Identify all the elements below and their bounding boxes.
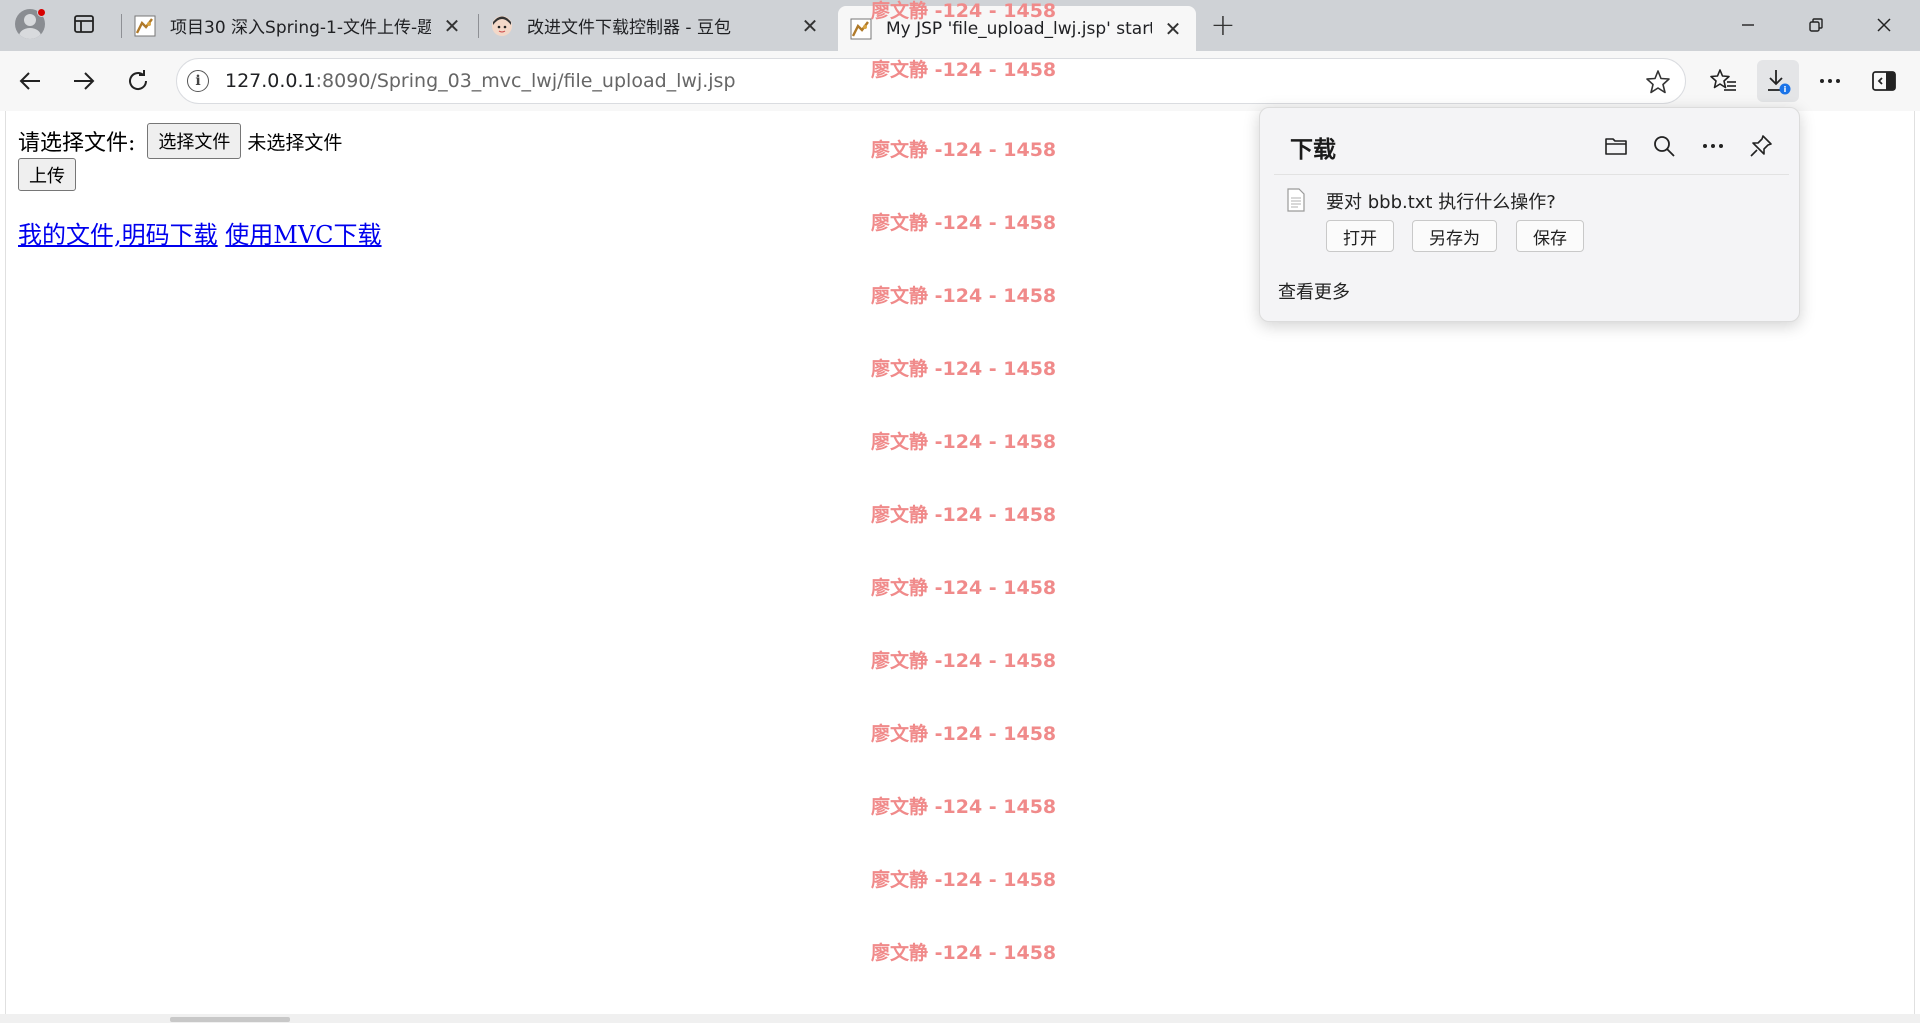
tab-spring-upload[interactable]: 项目30 深入Spring-1-文件上传-题 ✕	[122, 6, 475, 45]
pin-button[interactable]	[1745, 130, 1777, 162]
download-links: 我的文件,明码下载 使用MVC下载	[18, 215, 382, 250]
divider	[1274, 174, 1789, 175]
no-file-text: 未选择文件	[247, 131, 343, 154]
tab-actions-button[interactable]	[66, 8, 102, 40]
see-more-link[interactable]: 查看更多	[1278, 278, 1350, 304]
scrollbar-thumb[interactable]	[170, 1017, 290, 1022]
tab-title: 项目30 深入Spring-1-文件上传-题	[170, 18, 431, 38]
favorites-list-icon	[1710, 69, 1736, 91]
choose-file-label: 请选择文件:	[18, 131, 136, 156]
download-question: 要对 bbb.txt 执行什么操作?	[1326, 192, 1556, 213]
text-file-icon	[1287, 188, 1305, 212]
mvc-download-link[interactable]: 使用MVC下载	[225, 221, 381, 249]
forward-button[interactable]	[66, 63, 102, 99]
minimize-button[interactable]	[1714, 0, 1782, 50]
watermark-text: 廖文静 -124 - 1458	[871, 723, 1057, 745]
notification-dot	[37, 8, 46, 17]
upload-button[interactable]: 上传	[18, 158, 76, 191]
sidebar-button[interactable]	[1866, 63, 1902, 99]
more-dots-icon	[1820, 79, 1840, 83]
close-icon	[1877, 18, 1891, 32]
watermark-text: 廖文静 -124 - 1458	[871, 869, 1057, 891]
downloads-button[interactable]: i	[1757, 60, 1799, 102]
restore-icon	[1809, 18, 1823, 32]
sidebar-icon	[1872, 71, 1896, 91]
url-path: :8090/Spring_03_mvc_lwj/file_upload_lwj.…	[315, 70, 736, 92]
cat-icon	[850, 18, 872, 40]
choose-file-button[interactable]: 选择文件	[147, 123, 242, 159]
url-host: 127.0.0.1	[225, 70, 316, 92]
search-icon	[1654, 136, 1675, 157]
downloads-flyout: 下载 要对 bbb.txt 执行什么操作? 打开 另存为 保存 查看更多	[1259, 107, 1800, 322]
file-chooser-row: 请选择文件: 选择文件 未选择文件	[18, 123, 342, 159]
doubao-avatar-icon	[491, 15, 513, 37]
watermark-text: 廖文静 -124 - 1458	[871, 285, 1057, 307]
watermark-text: 廖文静 -124 - 1458	[871, 650, 1057, 672]
folder-icon	[1605, 138, 1627, 155]
watermark-text: 廖文静 -124 - 1458	[871, 431, 1057, 453]
close-window-button[interactable]	[1850, 0, 1918, 50]
close-icon[interactable]: ✕	[1162, 17, 1184, 41]
tab-doubao[interactable]: 改进文件下载控制器 - 豆包 ✕	[479, 6, 833, 45]
back-button[interactable]	[12, 63, 48, 99]
restore-button[interactable]	[1782, 0, 1850, 50]
profile-button[interactable]	[10, 6, 50, 42]
pin-icon	[1750, 135, 1772, 157]
favorites-button[interactable]	[1706, 63, 1742, 99]
more-button[interactable]	[1812, 63, 1848, 99]
watermark-text: 廖文静 -124 - 1458	[871, 212, 1057, 234]
new-tab-button[interactable]: +	[1208, 8, 1238, 43]
open-button[interactable]: 打开	[1326, 220, 1394, 252]
site-info-icon[interactable]: i	[187, 70, 209, 92]
plain-download-link[interactable]: 我的文件,明码下载	[18, 221, 218, 249]
close-icon[interactable]: ✕	[799, 14, 821, 38]
open-folder-button[interactable]	[1600, 130, 1632, 162]
watermark-text: 廖文静 -124 - 1458	[871, 358, 1057, 380]
address-url[interactable]: 127.0.0.1:8090/Spring_03_mvc_lwj/file_up…	[225, 70, 736, 92]
favorite-star-icon[interactable]	[1645, 69, 1671, 95]
download-icon: i	[1768, 70, 1791, 95]
downloads-more-button[interactable]	[1697, 130, 1729, 162]
bottom-scrollbar[interactable]	[0, 1014, 1920, 1023]
watermark-text: 廖文静 -124 - 1458	[871, 59, 1057, 81]
save-as-button[interactable]: 另存为	[1412, 220, 1497, 252]
watermark-text: 廖文静 -124 - 1458	[871, 942, 1057, 964]
save-button[interactable]: 保存	[1516, 220, 1584, 252]
downloads-title: 下载	[1290, 137, 1336, 163]
tab-actions-icon	[74, 15, 94, 33]
watermark-text: 廖文静 -124 - 1458	[871, 577, 1057, 599]
minimize-icon	[1742, 24, 1754, 26]
refresh-icon	[129, 70, 148, 90]
refresh-button[interactable]	[120, 63, 156, 99]
close-icon[interactable]: ✕	[441, 14, 463, 38]
back-arrow-icon	[19, 72, 40, 90]
svg-text:i: i	[1784, 85, 1787, 94]
forward-arrow-icon	[74, 72, 95, 90]
tab-title: 改进文件下载控制器 - 豆包	[527, 18, 731, 38]
watermark-text: 廖文静 -124 - 1458	[871, 504, 1057, 526]
cat-icon	[134, 15, 156, 37]
more-dots-icon	[1703, 144, 1723, 148]
watermark-text: 廖文静 -124 - 1458	[871, 796, 1057, 818]
watermark-text: 廖文静 -124 - 1458	[871, 0, 1057, 22]
watermark-text: 廖文静 -124 - 1458	[871, 139, 1057, 161]
search-downloads-button[interactable]	[1648, 130, 1680, 162]
